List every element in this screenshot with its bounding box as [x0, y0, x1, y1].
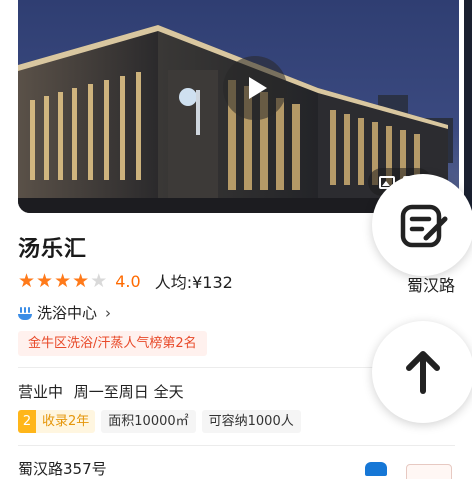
open-status: 营业中	[18, 383, 64, 401]
star-rating: ★ ★ ★ ★ ★	[18, 271, 107, 291]
star-empty-icon: ★	[90, 270, 108, 292]
next-hero-image-peek[interactable]	[464, 0, 472, 213]
chevron-right-icon: ›	[105, 303, 112, 322]
divider	[18, 445, 455, 446]
average-price: 人均:¥132	[154, 273, 233, 292]
location-label[interactable]: 蜀汉路	[407, 272, 455, 296]
bathtub-icon	[18, 306, 32, 320]
feature-tags: 2 收录2年 面积10000㎡ 可容纳1000人	[18, 410, 301, 433]
category-label: 洗浴中心	[37, 304, 98, 322]
video-play-button[interactable]	[223, 56, 287, 120]
play-icon	[248, 77, 267, 99]
hours-text: 周一至周日 全天	[73, 383, 184, 401]
arrow-up-icon	[406, 351, 440, 394]
car-icon[interactable]	[365, 462, 387, 476]
star-icon: ★	[54, 270, 72, 292]
category-link[interactable]: 洗浴中心 ›	[18, 302, 111, 323]
star-icon: ★	[72, 270, 90, 292]
back-to-top-button[interactable]	[372, 321, 472, 423]
rating-row: ★ ★ ★ ★ ★ 4.0 人均:¥132	[18, 270, 233, 292]
map-thumbnail[interactable]	[406, 464, 452, 479]
feedback-button[interactable]	[372, 174, 472, 276]
star-icon: ★	[18, 270, 36, 292]
shop-name: 汤乐汇	[18, 237, 88, 262]
hero-image[interactable]	[18, 0, 459, 213]
listed-years-number: 2	[18, 410, 36, 433]
star-icon: ★	[36, 270, 54, 292]
rating-score: 4.0	[115, 271, 141, 291]
area-tag: 面积10000㎡	[101, 410, 196, 433]
shop-address[interactable]: 蜀汉路357号	[18, 458, 107, 479]
edit-feedback-icon	[400, 204, 448, 248]
business-hours[interactable]: 营业中 周一至周日 全天	[18, 381, 184, 402]
listed-years-text: 收录2年	[36, 410, 96, 433]
listed-years-tag: 2 收录2年	[18, 410, 96, 433]
capacity-tag: 可容纳1000人	[201, 410, 301, 433]
ranking-badge[interactable]: 金牛区洗浴/汗蒸人气榜第2名	[18, 331, 207, 356]
